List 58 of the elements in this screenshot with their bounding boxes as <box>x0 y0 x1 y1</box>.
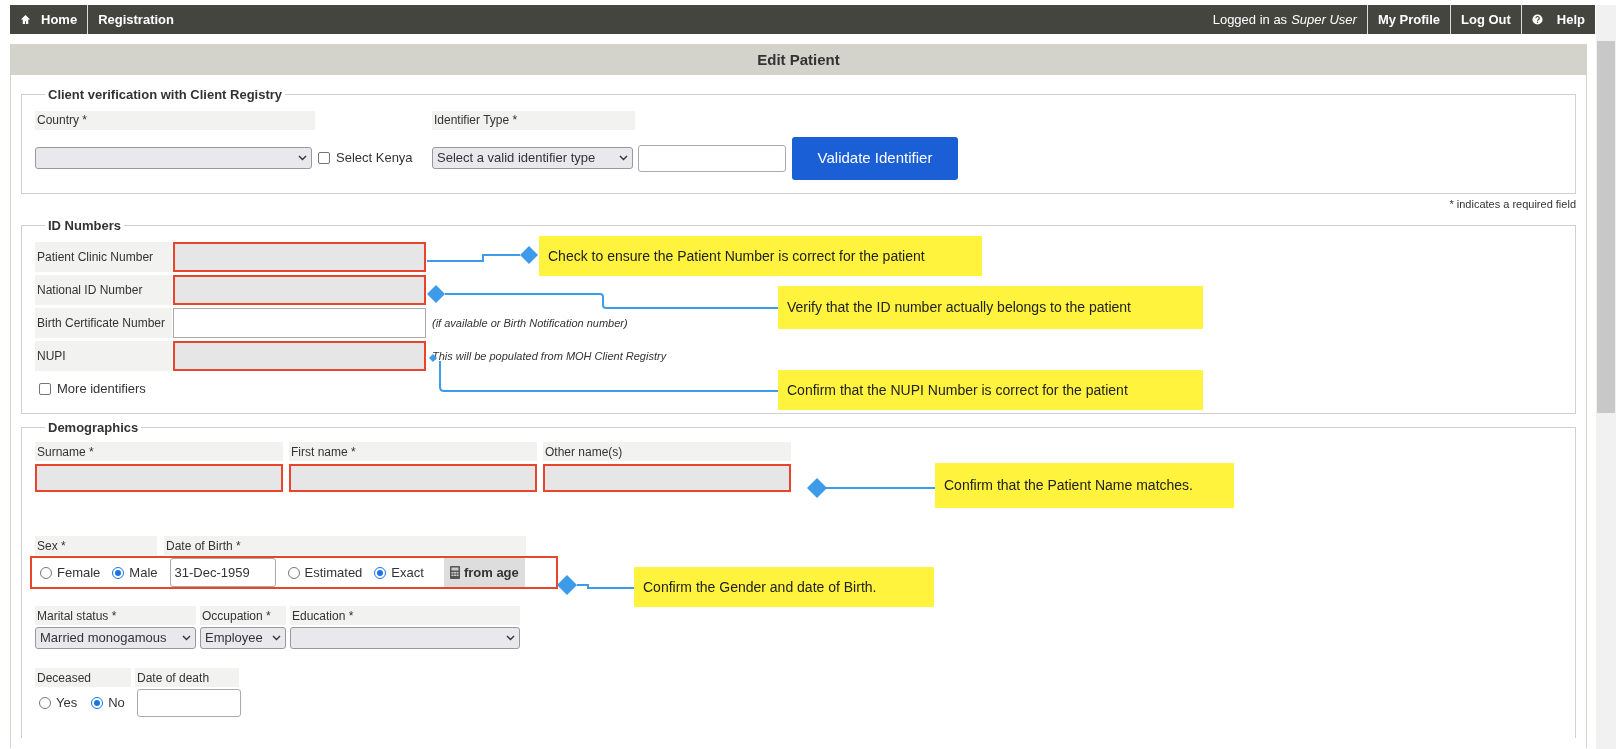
help-icon <box>1531 14 1543 25</box>
marital-status-select[interactable]: Married monogamous <box>35 627 196 649</box>
field-label: Date of Birth * <box>164 536 526 555</box>
radio-label: No <box>108 694 125 713</box>
field-label: Patient Clinic Number <box>35 242 172 272</box>
field-label: First name * <box>289 442 537 461</box>
occupation-select[interactable]: Employee <box>200 627 286 649</box>
radio-label: Female <box>57 563 101 582</box>
radio-label: Estimated <box>304 563 363 582</box>
field-label: Identifier Type * <box>432 110 635 130</box>
field-label: National ID Number <box>35 275 172 305</box>
required-note: * indicates a required field <box>1449 197 1576 212</box>
field-hint: (if available or Birth Notification number) <box>432 315 628 331</box>
field-label: Sex * <box>35 536 157 555</box>
country-select[interactable] <box>35 147 312 169</box>
section-legend: Demographics <box>45 417 142 437</box>
field-label: Country * <box>35 110 315 130</box>
section-legend: ID Numbers <box>45 215 124 235</box>
identifier-type-select[interactable]: Select a valid identifier type <box>432 147 633 169</box>
logged-in-text: Logged in as Super User <box>1202 5 1368 34</box>
nav-link[interactable]: My Profile <box>1367 5 1451 34</box>
field-label: Deceased <box>35 668 131 687</box>
date-field[interactable]: 31-Dec-1959 <box>169 558 276 587</box>
sticky-note: Verify that the ID number actually belongs to the patient <box>778 286 1203 329</box>
nav-link[interactable]: Registration <box>88 5 184 34</box>
nav-link[interactable]: Home <box>10 5 89 34</box>
nav-link[interactable]: Help <box>1521 5 1595 34</box>
radio-label: Male <box>129 563 158 582</box>
checkbox[interactable] <box>318 152 330 164</box>
checkbox-label: Select Kenya <box>336 149 413 168</box>
calculator-icon <box>449 566 460 579</box>
sticky-note: Check to ensure the Patient Number is correct for the patient <box>539 236 982 276</box>
text-field[interactable] <box>173 308 426 338</box>
from-age-button[interactable]: from age <box>443 558 525 587</box>
field-label: Surname * <box>35 442 283 461</box>
sticky-note: Confirm that the Patient Name matches. <box>935 463 1234 508</box>
identifier-field[interactable] <box>638 144 786 172</box>
checkbox[interactable] <box>39 382 51 395</box>
scrollbar[interactable] <box>1596 5 1616 749</box>
date-of-death-field[interactable] <box>137 689 241 717</box>
home-icon <box>20 14 31 25</box>
field-label: Occupation * <box>200 606 286 625</box>
education-select[interactable] <box>290 627 520 649</box>
section-legend: Client verification with Client Registry <box>45 85 286 105</box>
validate-button[interactable]: Validate Identifier <box>792 136 958 180</box>
field-label: NUPI <box>35 341 172 371</box>
field-label: Birth Certificate Number <box>35 308 172 338</box>
field-label: Education * <box>290 606 520 625</box>
radio-label: Exact <box>391 563 424 582</box>
checkbox-label: More identifiers <box>57 380 146 398</box>
sticky-note: Confirm that the NUPI Number is correct for the patient <box>778 370 1203 410</box>
field-label: Other name(s) <box>543 442 791 461</box>
sticky-note: Confirm the Gender and date of Birth. <box>634 567 934 607</box>
field-label: Marital status * <box>35 606 196 625</box>
field-label: Date of death <box>135 668 239 687</box>
nav-link[interactable]: Log Out <box>1451 5 1522 34</box>
radio-label: Yes <box>56 694 78 713</box>
panel-title: Edit Patient <box>11 45 1586 75</box>
